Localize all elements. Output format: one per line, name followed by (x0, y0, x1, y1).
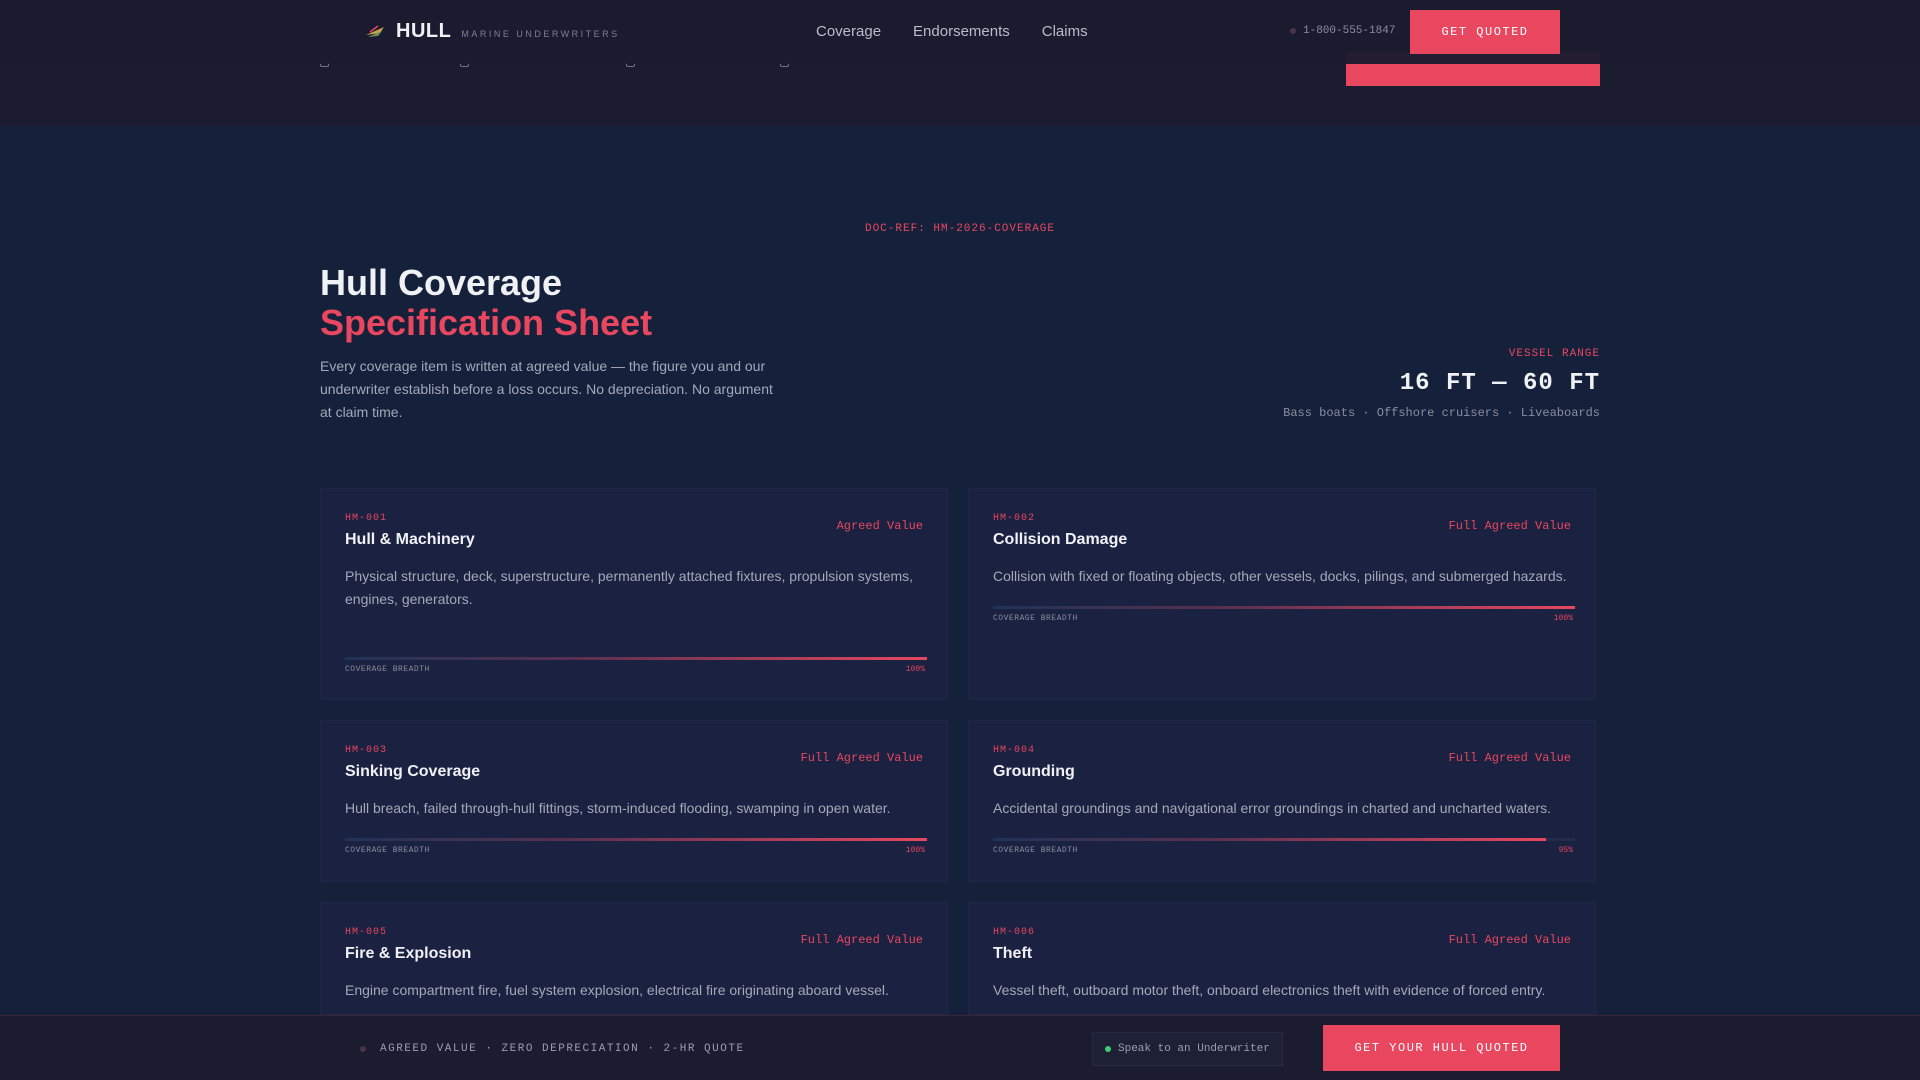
main-nav: Coverage Endorsements Claims (816, 23, 1088, 40)
coverage-bar-fill (345, 657, 927, 660)
card-description: Engine compartment fire, fuel system exp… (345, 982, 889, 998)
coverage-card-hm-001[interactable]: HM-001 Hull & Machinery Agreed Value Phy… (320, 488, 948, 700)
vessel-range-label: VESSEL RANGE (1508, 348, 1600, 360)
logo[interactable]: HULL MARINE UNDERWRITERS (364, 20, 620, 43)
card-code: HM-005 (345, 927, 388, 938)
coverage-card-hm-005[interactable]: HM-005 Fire & Explosion Full Agreed Valu… (320, 902, 948, 1015)
card-description: Accidental groundings and navigational e… (993, 800, 1552, 816)
nav-endorsements[interactable]: Endorsements (913, 23, 1010, 40)
coverage-card-hm-002[interactable]: HM-002 Collision Damage Full Agreed Valu… (968, 488, 1596, 700)
coverage-card-hm-003[interactable]: HM-003 Sinking Coverage Full Agreed Valu… (320, 720, 948, 882)
bottom-cta-bar: AGREED VALUE · ZERO DEPRECIATION · 2-HR … (0, 1015, 1920, 1080)
vessel-range-value: 16 FT — 60 FT (1399, 370, 1600, 397)
coverage-bar (345, 838, 927, 841)
card-code: HM-006 (993, 927, 1036, 938)
doc-ref: DOC-REF: HM-2026-COVERAGE (864, 223, 1056, 235)
page-title-line2: Specification Sheet (320, 302, 653, 343)
page-title-line1: Hull Coverage (320, 262, 563, 303)
coverage-bar (345, 657, 927, 660)
coverage-bar-label: COVERAGE BREADTH (993, 614, 1078, 623)
intro-description: Every coverage item is written at agreed… (320, 358, 773, 420)
card-tag: Full Agreed Value (800, 751, 923, 765)
card-code: HM-002 (993, 513, 1036, 524)
nav-coverage[interactable]: Coverage (816, 23, 881, 40)
coverage-bar-fill (993, 838, 1546, 841)
card-title: Sinking Coverage (345, 763, 481, 780)
card-description: Vessel theft, outboard motor theft, onbo… (993, 982, 1546, 998)
coverage-card-hm-004[interactable]: HM-004 Grounding Full Agreed Value Accid… (968, 720, 1596, 882)
coverage-bar-label: COVERAGE BREADTH (345, 665, 430, 674)
phone-link[interactable]: 1-800-555-1847 (1290, 25, 1395, 37)
card-description: Collision with fixed or floating objects… (993, 568, 1567, 584)
card-code: HM-004 (993, 745, 1036, 756)
card-faded-note (345, 631, 352, 642)
speak-to-underwriter-button[interactable]: Speak to an Underwriter (1092, 1032, 1283, 1066)
card-tag: Full Agreed Value (800, 933, 923, 947)
vessel-range-types: Bass boats · Offshore cruisers · Liveabo… (1283, 406, 1600, 420)
coverage-card-hm-006[interactable]: HM-006 Theft Full Agreed Value Vessel th… (968, 902, 1596, 1015)
card-code: HM-003 (345, 745, 388, 756)
status-dot-icon (360, 1046, 366, 1052)
card-title: Fire & Explosion (345, 945, 472, 962)
card-title: Hull & Machinery (345, 531, 475, 548)
online-dot-icon (1105, 1046, 1111, 1052)
card-tag: Agreed Value (836, 519, 923, 533)
nav-claims[interactable]: Claims (1042, 23, 1088, 40)
coverage-bar (993, 606, 1575, 609)
card-tag: Full Agreed Value (1448, 519, 1571, 533)
coverage-bar (993, 838, 1575, 841)
site-header: HULL MARINE UNDERWRITERS Coverage Endors… (0, 0, 1920, 64)
phone-dot-icon (1290, 28, 1296, 34)
coverage-bar-fill (993, 606, 1575, 609)
phone-number: 1-800-555-1847 (1303, 25, 1396, 37)
coverage-bar-label: COVERAGE BREADTH (993, 846, 1078, 855)
speak-label: Speak to an Underwriter (1118, 1043, 1270, 1055)
coverage-bar-percent: 100% (905, 665, 925, 674)
logo-subtitle: MARINE UNDERWRITERS (461, 28, 620, 39)
card-tag: Full Agreed Value (1448, 751, 1571, 765)
coverage-bar-percent: 100% (905, 846, 925, 855)
card-description: Physical structure, deck, superstructure… (345, 568, 914, 607)
get-quoted-button[interactable]: GET QUOTED (1410, 10, 1560, 54)
coverage-bar-fill (345, 838, 927, 841)
bottom-tagline-text: AGREED VALUE · ZERO DEPRECIATION · 2-HR … (380, 1043, 745, 1055)
coverage-bar-label: COVERAGE BREADTH (345, 846, 430, 855)
card-code: HM-001 (345, 513, 388, 524)
card-description: Hull breach, failed through-hull fitting… (345, 800, 891, 816)
card-tag: Full Agreed Value (1448, 933, 1571, 947)
card-title: Theft (993, 945, 1033, 962)
logo-text: HULL (396, 20, 452, 42)
get-hull-quoted-button[interactable]: GET YOUR HULL QUOTED (1323, 1025, 1560, 1071)
hull-logo-icon (366, 24, 384, 37)
coverage-bar-percent: 100% (1553, 614, 1573, 623)
card-title: Collision Damage (993, 531, 1128, 548)
card-title: Grounding (993, 763, 1075, 780)
coverage-bar-percent: 95% (1558, 846, 1573, 855)
bottom-tagline: AGREED VALUE · ZERO DEPRECIATION · 2-HR … (360, 1043, 745, 1055)
